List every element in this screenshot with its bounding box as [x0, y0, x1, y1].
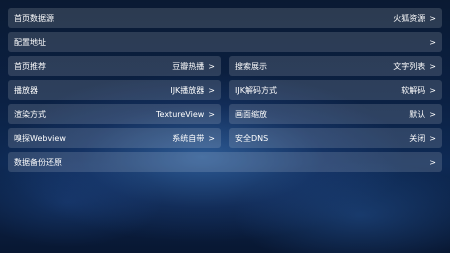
settings-row: 首页推荐 豆瓣热播 > 搜索展示 文字列表 >	[8, 56, 442, 76]
home-recommend-value: 豆瓣热播	[172, 61, 205, 71]
player-label: 播放器	[14, 85, 38, 95]
home-recommend-value-wrap: 豆瓣热播 >	[172, 61, 215, 72]
config-url-value-wrap: >	[425, 38, 436, 47]
secure-dns-item[interactable]: 安全DNS 关闭 >	[229, 128, 442, 148]
secure-dns-label: 安全DNS	[235, 133, 269, 143]
chevron-right-icon: >	[208, 85, 215, 95]
home-source-item[interactable]: 首页数据源 火狐资源 >	[8, 8, 442, 28]
sniff-webview-value-wrap: 系统自带 >	[172, 133, 215, 144]
scale-label: 画面缩放	[235, 109, 267, 119]
home-source-label: 首页数据源	[14, 13, 54, 23]
config-url-item[interactable]: 配置地址 >	[8, 32, 442, 52]
chevron-right-icon: >	[429, 13, 436, 23]
secure-dns-value-wrap: 关闭 >	[409, 133, 436, 144]
home-source-value: 火狐资源	[393, 13, 426, 23]
search-display-value: 文字列表	[393, 61, 426, 71]
render-mode-value: TextureView	[156, 109, 205, 119]
chevron-right-icon: >	[429, 37, 436, 47]
home-recommend-item[interactable]: 首页推荐 豆瓣热播 >	[8, 56, 221, 76]
sniff-webview-value: 系统自带	[172, 133, 205, 143]
player-value-wrap: IJK播放器 >	[170, 85, 215, 96]
sniff-webview-item[interactable]: 嗅探Webview 系统自带 >	[8, 128, 221, 148]
ijk-decode-value-wrap: 软解码 >	[401, 85, 436, 96]
settings-row: 渲染方式 TextureView > 画面缩放 默认 >	[8, 104, 442, 124]
ijk-decode-value: 软解码	[401, 85, 426, 95]
settings-row: 嗅探Webview 系统自带 > 安全DNS 关闭 >	[8, 128, 442, 148]
settings-list: 首页数据源 火狐资源 > 配置地址 > 首页推荐 豆瓣热播 > 搜索展示 文字列表 >…	[8, 8, 442, 176]
chevron-right-icon: >	[429, 109, 436, 119]
settings-row: 首页数据源 火狐资源 >	[8, 8, 442, 28]
backup-restore-item[interactable]: 数据备份还原 >	[8, 152, 442, 172]
sniff-webview-label: 嗅探Webview	[14, 133, 66, 143]
chevron-right-icon: >	[429, 133, 436, 143]
chevron-right-icon: >	[208, 133, 215, 143]
player-value: IJK播放器	[170, 85, 205, 95]
render-mode-value-wrap: TextureView >	[156, 110, 215, 119]
scale-item[interactable]: 画面缩放 默认 >	[229, 104, 442, 124]
chevron-right-icon: >	[429, 85, 436, 95]
secure-dns-value: 关闭	[409, 133, 426, 143]
settings-row: 数据备份还原 >	[8, 152, 442, 172]
render-mode-item[interactable]: 渲染方式 TextureView >	[8, 104, 221, 124]
home-recommend-label: 首页推荐	[14, 61, 46, 71]
search-display-label: 搜索展示	[235, 61, 267, 71]
search-display-value-wrap: 文字列表 >	[393, 61, 436, 72]
home-source-value-wrap: 火狐资源 >	[393, 13, 436, 24]
chevron-right-icon: >	[429, 61, 436, 71]
chevron-right-icon: >	[208, 109, 215, 119]
ijk-decode-label: IJK解码方式	[235, 85, 277, 95]
player-item[interactable]: 播放器 IJK播放器 >	[8, 80, 221, 100]
config-url-label: 配置地址	[14, 37, 46, 47]
chevron-right-icon: >	[429, 157, 436, 167]
backup-restore-label: 数据备份还原	[14, 157, 62, 167]
scale-value: 默认	[409, 109, 426, 119]
ijk-decode-item[interactable]: IJK解码方式 软解码 >	[229, 80, 442, 100]
settings-row: 配置地址 >	[8, 32, 442, 52]
chevron-right-icon: >	[208, 61, 215, 71]
search-display-item[interactable]: 搜索展示 文字列表 >	[229, 56, 442, 76]
settings-row: 播放器 IJK播放器 > IJK解码方式 软解码 >	[8, 80, 442, 100]
render-mode-label: 渲染方式	[14, 109, 46, 119]
scale-value-wrap: 默认 >	[409, 109, 436, 120]
backup-restore-value-wrap: >	[425, 158, 436, 167]
